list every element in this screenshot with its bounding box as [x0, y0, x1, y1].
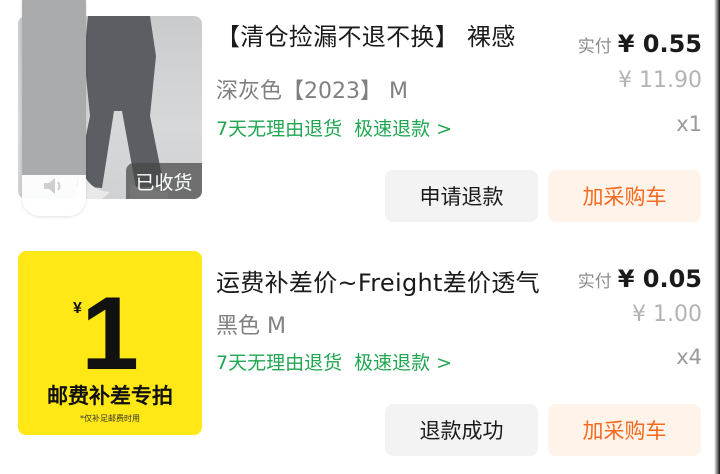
product-spec: 黑色 M [216, 314, 286, 339]
product-thumbnail[interactable]: ¥ 1 邮费补差专拍 *仅补足邮费时用 [18, 251, 202, 435]
order-card: ¥ 1 邮费补差专拍 *仅补足邮费时用 运费补差价~Freight差价透气 黑色… [0, 238, 720, 474]
paid-price: 实付 ¥ 0.05 [578, 265, 702, 293]
paid-label: 实付 [577, 37, 612, 57]
promo-small-text: *仅补足邮费时用 [80, 413, 140, 423]
guarantee-return: 7天无理由退货 [216, 118, 343, 140]
paid-price: 实付 ¥ 0.55 [578, 30, 702, 58]
product-spec: 深灰色【2023】 M [216, 79, 408, 104]
original-price: ¥ 11.90 [618, 68, 702, 93]
promo-big-number: 1 [81, 276, 139, 392]
original-price: ¥ 1.00 [632, 302, 702, 327]
promo-image: ¥ 1 邮费补差专拍 *仅补足邮费时用 [47, 276, 173, 423]
quantity: x4 [676, 345, 702, 369]
paid-amount: ¥ 0.05 [617, 265, 702, 293]
guarantee-refund: 极速退款 [354, 118, 431, 140]
refund-success-button[interactable]: 退款成功 [385, 404, 538, 456]
product-title[interactable]: 【清仓捡漏不退不换】 裸感 [216, 17, 516, 52]
floating-widget-bar [22, 0, 86, 175]
paid-label: 实付 [577, 272, 612, 292]
chevron-right-icon: > [436, 118, 453, 140]
guarantee-return: 7天无理由退货 [216, 352, 343, 374]
service-guarantee[interactable]: 7天无理由退货 极速退款 > [216, 114, 452, 141]
speaker-icon[interactable] [42, 175, 66, 197]
add-to-cart-button[interactable]: 加采购车 [548, 404, 701, 456]
request-refund-button[interactable]: 申请退款 [385, 170, 538, 222]
order-card: 已收货 【清仓捡漏不退不换】 裸感 深灰色【2023】 M 7天无理由退货 极速退… [0, 0, 720, 230]
received-badge: 已收货 [126, 163, 202, 199]
screen-edge [714, 0, 720, 474]
guarantee-refund: 极速退款 [354, 352, 431, 374]
product-title[interactable]: 运费补差价~Freight差价透气 [216, 263, 540, 298]
add-to-cart-button[interactable]: 加采购车 [548, 170, 701, 222]
chevron-right-icon: > [436, 352, 453, 374]
service-guarantee[interactable]: 7天无理由退货 极速退款 > [216, 348, 452, 375]
quantity: x1 [676, 112, 702, 136]
paid-amount: ¥ 0.55 [617, 30, 702, 58]
floating-audio-widget[interactable] [22, 0, 86, 216]
promo-text: 邮费补差专拍 [47, 384, 173, 408]
